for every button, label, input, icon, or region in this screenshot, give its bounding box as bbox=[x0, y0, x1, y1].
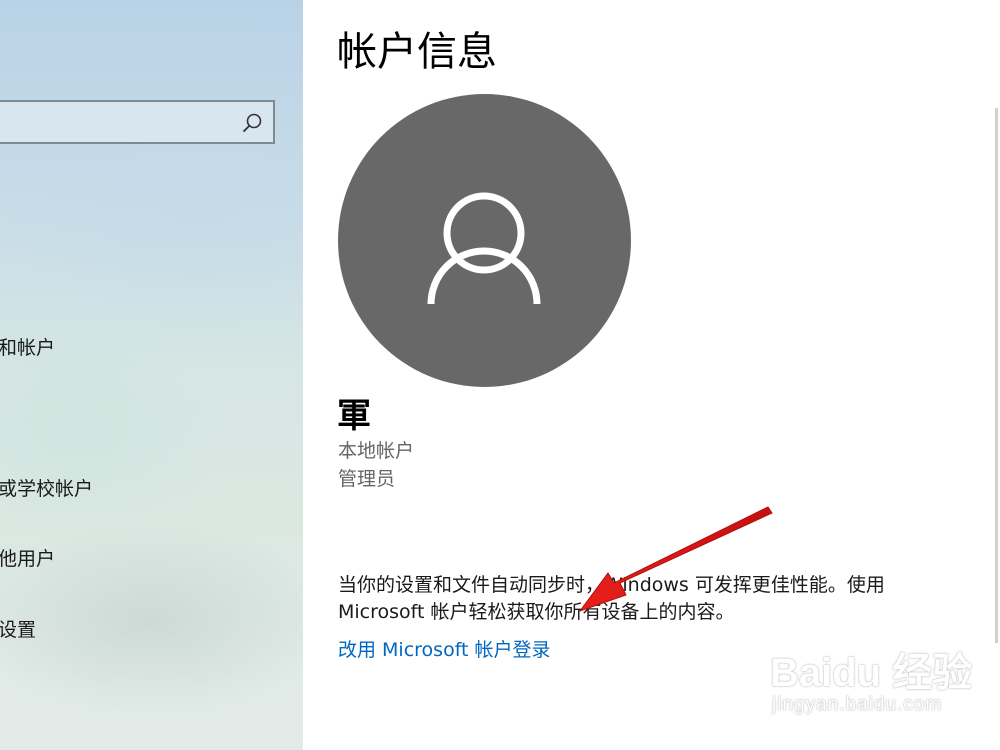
watermark-main: Baidu 经验 bbox=[770, 651, 973, 695]
account-role: 管理员 bbox=[338, 468, 396, 490]
sidebar-item-sync-settings[interactable]: 设置 bbox=[0, 615, 36, 645]
red-arrow-annotation bbox=[578, 506, 773, 613]
sidebar-item-your-info[interactable]: 和帐户 bbox=[0, 333, 55, 363]
switch-to-microsoft-account-link[interactable]: 改用 Microsoft 帐户登录 bbox=[338, 636, 551, 664]
scrollbar[interactable] bbox=[995, 108, 998, 643]
page-title: 帐户信息 bbox=[337, 29, 497, 75]
settings-sidebar: 和帐户 或学校帐户 他用户 设置 bbox=[0, 0, 303, 750]
user-name: 軍 bbox=[337, 396, 371, 436]
baidu-watermark: Baidu 经验 jingyan.baidu.com bbox=[760, 640, 980, 730]
user-icon bbox=[427, 192, 541, 305]
avatar bbox=[338, 94, 631, 387]
search-input[interactable] bbox=[0, 100, 275, 144]
sidebar-item-other-users[interactable]: 他用户 bbox=[0, 544, 55, 574]
sidebar-item-work-school[interactable]: 或学校帐户 bbox=[0, 474, 93, 504]
search-icon[interactable] bbox=[241, 112, 263, 134]
account-type: 本地帐户 bbox=[338, 440, 415, 462]
watermark-url: jingyan.baidu.com bbox=[772, 694, 943, 715]
